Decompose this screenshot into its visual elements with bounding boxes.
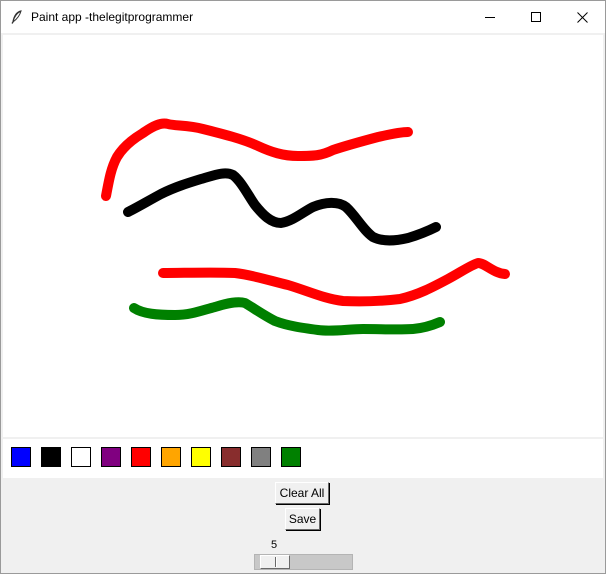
slider-handle[interactable] xyxy=(260,555,290,569)
red-stroke-top xyxy=(101,118,413,201)
caption-buttons xyxy=(467,1,605,33)
canvas-drawing xyxy=(101,118,510,336)
title-bar[interactable]: Paint app -thelegitprogrammer xyxy=(1,1,605,33)
swatch-black[interactable] xyxy=(41,447,61,467)
save-button[interactable]: Save xyxy=(285,508,320,530)
green-stroke xyxy=(129,297,445,336)
close-button[interactable] xyxy=(559,1,605,33)
clear-all-button[interactable]: Clear All xyxy=(275,482,329,504)
controls-panel: Clear All Save 5 xyxy=(1,479,605,573)
swatch-orange[interactable] xyxy=(161,447,181,467)
swatch-green[interactable] xyxy=(281,447,301,467)
red-stroke-middle xyxy=(158,258,510,307)
brush-size-value: 5 xyxy=(271,539,278,551)
swatch-brown[interactable] xyxy=(221,447,241,467)
slider-grip xyxy=(275,557,277,567)
close-icon xyxy=(576,11,588,23)
minimize-button[interactable] xyxy=(467,1,513,33)
swatch-white[interactable] xyxy=(71,447,91,467)
app-window: Paint app -thelegitprogrammer Clear All … xyxy=(0,0,606,574)
brush-size-slider[interactable] xyxy=(254,554,353,570)
swatch-red[interactable] xyxy=(131,447,151,467)
maximize-button[interactable] xyxy=(513,1,559,33)
color-palette xyxy=(3,439,603,478)
black-stroke xyxy=(123,168,441,246)
swatch-purple[interactable] xyxy=(101,447,121,467)
window-title: Paint app -thelegitprogrammer xyxy=(31,10,194,24)
drawing-canvas[interactable] xyxy=(3,35,603,437)
minimize-icon xyxy=(485,17,495,18)
swatch-blue[interactable] xyxy=(11,447,31,467)
swatch-gray[interactable] xyxy=(251,447,271,467)
swatch-yellow[interactable] xyxy=(191,447,211,467)
maximize-icon xyxy=(531,12,541,22)
feather-icon xyxy=(9,9,25,25)
